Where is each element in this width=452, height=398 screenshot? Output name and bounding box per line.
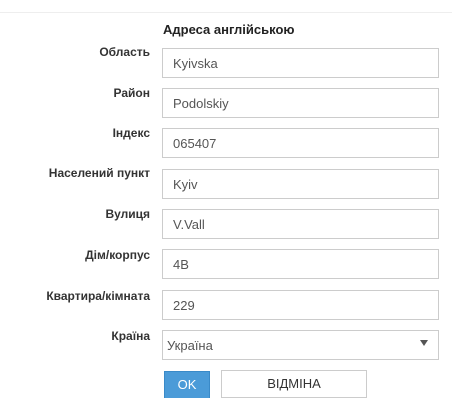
apartment-input[interactable] bbox=[162, 290, 439, 320]
district-input[interactable] bbox=[162, 88, 439, 118]
building-input[interactable] bbox=[162, 249, 439, 279]
street-label: Вулиця bbox=[105, 207, 150, 221]
city-input[interactable] bbox=[162, 169, 439, 199]
district-label: Район bbox=[113, 86, 150, 100]
country-selected-value: Україна bbox=[167, 338, 213, 353]
top-divider bbox=[0, 12, 452, 13]
ok-button[interactable]: OK bbox=[164, 371, 210, 398]
apartment-label: Квартира/кімната bbox=[46, 289, 150, 303]
country-select[interactable]: Україна bbox=[162, 330, 439, 360]
region-input[interactable] bbox=[162, 48, 439, 78]
building-label: Дім/корпус bbox=[85, 248, 150, 262]
cancel-button[interactable]: ВІДМІНА bbox=[221, 370, 367, 398]
country-label: Країна bbox=[111, 329, 150, 343]
section-title: Адреса англійською bbox=[163, 22, 295, 37]
postal-code-label: Індекс bbox=[112, 126, 150, 140]
dropdown-arrow-icon bbox=[420, 340, 428, 346]
region-label: Область bbox=[99, 45, 150, 59]
city-label: Населений пункт bbox=[48, 166, 150, 180]
street-input[interactable] bbox=[162, 209, 439, 239]
postal-code-input[interactable] bbox=[162, 128, 439, 158]
